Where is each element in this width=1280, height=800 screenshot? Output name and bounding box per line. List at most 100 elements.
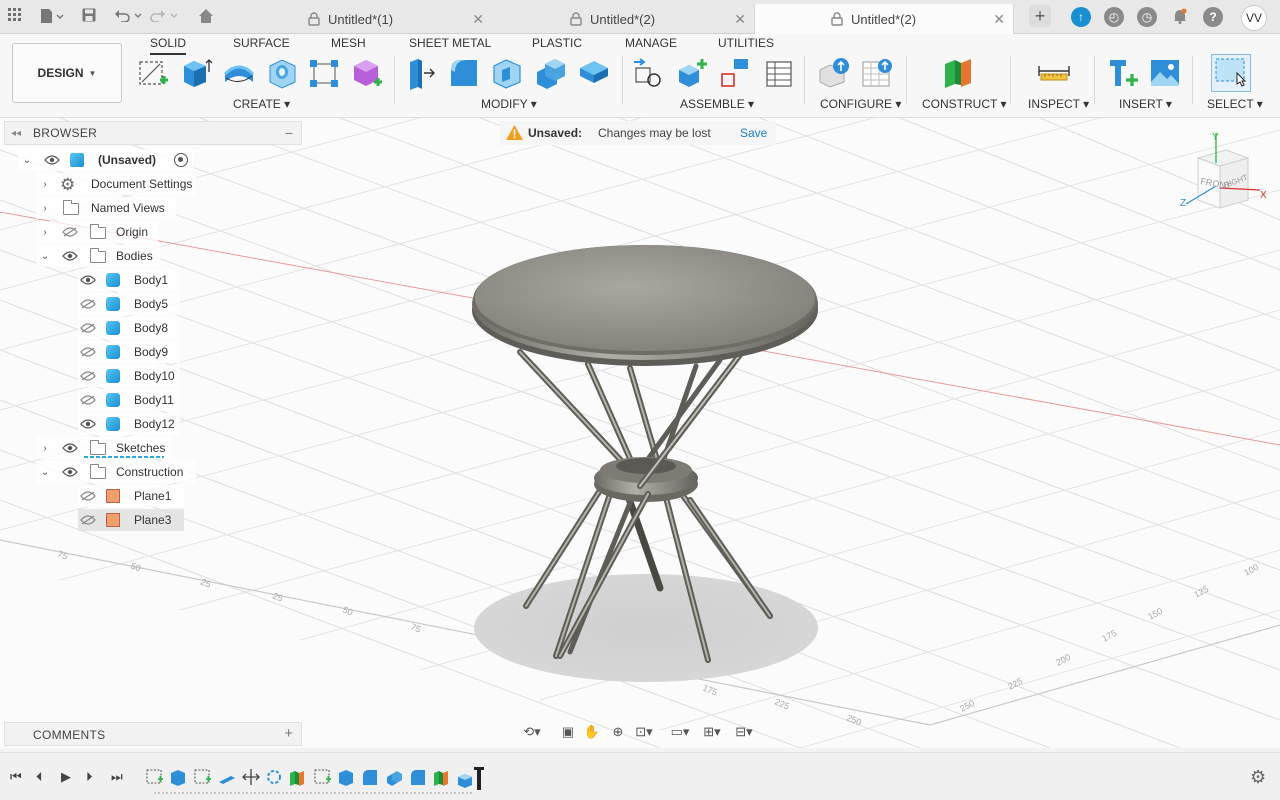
help-icon[interactable]: ? <box>1203 7 1223 27</box>
tab-surface[interactable]: SURFACE <box>233 36 290 50</box>
shell-icon[interactable] <box>490 56 524 90</box>
configure-group-label[interactable]: CONFIGURE ▾ <box>820 97 901 111</box>
online-status-icon[interactable]: ↑ <box>1071 7 1091 27</box>
hidden-eye-icon[interactable] <box>80 371 96 381</box>
close-tab-icon[interactable]: ✕ <box>993 11 1005 28</box>
chevron-right-icon[interactable]: › <box>40 179 50 190</box>
notifications-bell-icon[interactable] <box>1172 8 1188 28</box>
hidden-eye-icon[interactable] <box>62 227 78 237</box>
hidden-eye-icon[interactable] <box>80 395 96 405</box>
assemble-group-label[interactable]: ASSEMBLE ▾ <box>680 97 754 111</box>
visibility-eye-icon[interactable] <box>62 251 78 261</box>
chevron-right-icon[interactable]: › <box>40 443 50 454</box>
fit-icon[interactable]: ⊡▾ <box>634 722 654 742</box>
tab-untitled-2b[interactable]: Untitled*(2) ✕ <box>754 4 1014 34</box>
visibility-eye-icon[interactable] <box>80 419 96 429</box>
chevron-right-icon[interactable]: › <box>40 203 50 214</box>
user-avatar[interactable]: VV <box>1241 5 1267 31</box>
hidden-eye-icon[interactable] <box>80 299 96 309</box>
combine-icon[interactable] <box>533 56 567 90</box>
browser-item-document-settings[interactable]: › ⚙ Document Settings <box>36 173 196 195</box>
go-to-start-icon[interactable]: ⏮ <box>10 769 22 785</box>
browser-item-bodies[interactable]: ⌄ Bodies <box>36 245 160 267</box>
visibility-eye-icon[interactable] <box>80 275 96 285</box>
browser-header[interactable]: ◂◂ BROWSER − <box>4 121 302 145</box>
undo-icon[interactable] <box>114 8 146 26</box>
create-group-label[interactable]: CREATE ▾ <box>233 97 290 111</box>
new-tab-button[interactable]: + <box>1029 5 1051 27</box>
hidden-eye-icon[interactable] <box>80 323 96 333</box>
go-to-end-icon[interactable]: ⏭ <box>111 769 123 785</box>
close-tab-icon[interactable]: ✕ <box>472 11 484 28</box>
app-grid-icon[interactable] <box>8 8 22 26</box>
new-component-icon[interactable] <box>675 56 709 90</box>
workspace-switcher-button[interactable]: DESIGN ▼ <box>12 43 122 103</box>
home-icon[interactable] <box>198 8 214 28</box>
save-icon[interactable] <box>82 8 96 26</box>
offset-face-icon[interactable] <box>577 56 611 90</box>
offset-plane-icon[interactable] <box>942 56 976 90</box>
close-tab-icon[interactable]: ✕ <box>734 11 746 28</box>
select-group-label[interactable]: SELECT ▾ <box>1207 97 1263 111</box>
tab-sheet-metal[interactable]: SHEET METAL <box>409 36 491 50</box>
minimize-panel-icon[interactable]: − <box>285 125 293 141</box>
rigid-group-icon[interactable] <box>718 56 752 90</box>
tab-untitled-2a[interactable]: Untitled*(2) ✕ <box>554 4 754 34</box>
hidden-eye-icon[interactable] <box>80 491 96 501</box>
insert-mcmaster-icon[interactable] <box>1106 56 1140 90</box>
press-pull-icon[interactable] <box>404 56 438 90</box>
modify-group-label[interactable]: MODIFY ▾ <box>481 97 537 111</box>
browser-root[interactable]: ⌄ (Unsaved) <box>18 149 194 171</box>
configure-icon[interactable] <box>818 56 852 90</box>
create-sketch-icon[interactable] <box>136 56 170 90</box>
hidden-eye-icon[interactable] <box>80 347 96 357</box>
step-forward-icon[interactable]: ⏵ <box>86 769 93 785</box>
job-status-icon[interactable]: ◴ <box>1104 7 1124 27</box>
revolve-icon[interactable] <box>222 56 256 90</box>
tab-utilities[interactable]: UTILITIES <box>718 36 774 50</box>
timeline-settings-gear-icon[interactable]: ⚙ <box>1250 767 1266 788</box>
display-settings-icon[interactable]: ▭▾ <box>670 722 690 742</box>
browser-item-origin[interactable]: › Origin <box>36 221 158 243</box>
browser-item-named-views[interactable]: › Named Views <box>36 197 176 219</box>
chevron-right-icon[interactable]: › <box>40 227 50 238</box>
zoom-icon[interactable]: ⊕ <box>608 722 628 742</box>
select-tool-button[interactable] <box>1211 54 1251 92</box>
visibility-eye-icon[interactable] <box>62 467 78 477</box>
grid-settings-icon[interactable]: ⊞▾ <box>702 722 722 742</box>
chevron-down-icon[interactable]: ⌄ <box>40 251 50 262</box>
browser-item-body1[interactable]: Body1 <box>78 269 180 291</box>
view-cube[interactable]: FRONT RIGHT Y X Z <box>1178 128 1268 218</box>
pan-hand-icon[interactable]: ✋ <box>582 722 602 742</box>
extrude-icon[interactable] <box>178 56 212 90</box>
look-at-icon[interactable]: ▣ <box>558 722 578 742</box>
browser-item-body12[interactable]: Body12 <box>78 413 180 435</box>
browser-item-construction[interactable]: ⌄ Construction <box>36 461 196 483</box>
file-menu-icon[interactable] <box>40 8 64 28</box>
visibility-eye-icon[interactable] <box>44 155 60 165</box>
tab-plastic[interactable]: PLASTIC <box>532 36 582 50</box>
insert-canvas-icon[interactable] <box>1148 56 1182 90</box>
construct-group-label[interactable]: CONSTRUCT ▾ <box>922 97 1006 111</box>
pattern-icon[interactable] <box>307 56 341 90</box>
save-link[interactable]: Save <box>740 126 767 140</box>
chevron-down-icon[interactable]: ⌄ <box>40 467 50 478</box>
browser-item-body11[interactable]: Body11 <box>78 389 180 411</box>
browser-item-body5[interactable]: Body5 <box>78 293 180 315</box>
tab-manage[interactable]: MANAGE <box>625 36 677 50</box>
browser-item-body9[interactable]: Body9 <box>78 341 180 363</box>
browser-item-plane1[interactable]: Plane1 <box>78 485 184 507</box>
browser-item-sketches[interactable]: › Sketches <box>36 437 172 459</box>
play-icon[interactable]: ▶ <box>61 769 71 785</box>
comments-panel[interactable]: COMMENTS + <box>4 722 302 746</box>
tab-mesh[interactable]: MESH <box>331 36 366 50</box>
fillet-icon[interactable] <box>447 56 481 90</box>
collapse-panel-icon[interactable]: ◂◂ <box>11 128 21 139</box>
inspect-group-label[interactable]: INSPECT ▾ <box>1028 97 1089 111</box>
bill-of-materials-icon[interactable] <box>761 56 795 90</box>
hidden-eye-icon[interactable] <box>80 515 96 525</box>
tab-solid[interactable]: SOLID <box>150 36 187 55</box>
insert-group-label[interactable]: INSERT ▾ <box>1119 97 1172 111</box>
step-back-icon[interactable]: ⏴ <box>36 769 43 785</box>
history-clock-icon[interactable]: ◷ <box>1137 7 1157 27</box>
